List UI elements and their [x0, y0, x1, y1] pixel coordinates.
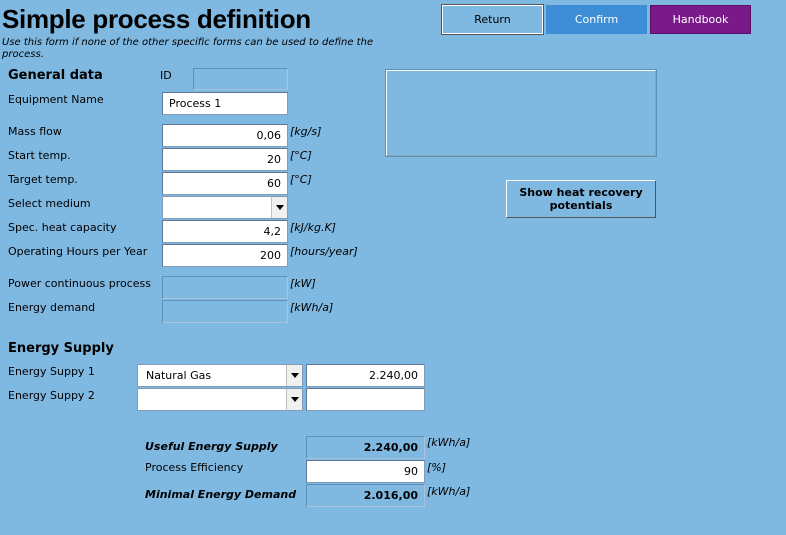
id-label: ID: [160, 69, 172, 82]
target-temp-unit: [°C]: [290, 173, 312, 186]
heat-capacity-label: Spec. heat capacity: [8, 221, 117, 234]
select-medium-dropdown[interactable]: [162, 196, 288, 219]
energy-supply-heading: Energy Supply: [8, 341, 114, 356]
energy-supply-1-amount[interactable]: 2.240,00: [306, 364, 425, 387]
power-unit: [kW]: [290, 277, 316, 290]
mass-flow-input[interactable]: 0,06: [162, 124, 288, 147]
show-heat-recovery-button[interactable]: Show heat recovery potentials: [506, 180, 656, 218]
target-temp-label: Target temp.: [8, 173, 78, 186]
energy-demand-unit: [kWh/a]: [290, 301, 334, 314]
equipment-name-label: Equipment Name: [8, 93, 104, 106]
info-box: [385, 69, 657, 157]
minimal-energy-label: Minimal Energy Demand: [145, 488, 297, 501]
page-title: Simple process definition: [2, 4, 311, 34]
minimal-energy-unit: [kWh/a]: [427, 485, 471, 498]
operating-hours-label: Operating Hours per Year: [8, 245, 148, 258]
operating-hours-input[interactable]: 200: [162, 244, 288, 267]
energy-demand-label: Energy demand: [8, 301, 96, 314]
power-field: [162, 276, 288, 299]
select-medium-label: Select medium: [8, 197, 91, 210]
energy-demand-field: [162, 300, 288, 323]
energy-supply-1-dropdown[interactable]: Natural Gas: [137, 364, 303, 387]
mass-flow-label: Mass flow: [8, 125, 62, 138]
chevron-down-icon[interactable]: [271, 197, 287, 218]
confirm-button[interactable]: Confirm: [546, 5, 647, 34]
energy-supply-1-label: Energy Suppy 1: [8, 365, 95, 378]
useful-energy-unit: [kWh/a]: [427, 436, 471, 449]
page-subtitle: Use this form if none of the other speci…: [2, 37, 374, 60]
process-efficiency-label: Process Efficiency: [145, 461, 244, 474]
start-temp-label: Start temp.: [8, 149, 71, 162]
useful-energy-field: 2.240,00: [306, 436, 425, 459]
id-field[interactable]: [193, 68, 288, 90]
useful-energy-label: Useful Energy Supply: [145, 440, 278, 453]
energy-supply-2-label: Energy Suppy 2: [8, 389, 95, 402]
power-label: Power continuous process: [8, 277, 152, 290]
heat-capacity-unit: [kJ/kg.K]: [290, 221, 336, 234]
energy-supply-1-value: Natural Gas: [146, 369, 212, 382]
equipment-name-input[interactable]: Process 1: [162, 92, 288, 115]
heat-capacity-input[interactable]: 4,2: [162, 220, 288, 243]
minimal-energy-field: 2.016,00: [306, 484, 425, 507]
process-efficiency-input[interactable]: 90: [306, 460, 425, 483]
chevron-down-icon[interactable]: [286, 389, 302, 410]
handbook-button[interactable]: Handbook: [650, 5, 751, 34]
target-temp-input[interactable]: 60: [162, 172, 288, 195]
operating-hours-unit: [hours/year]: [290, 245, 358, 258]
energy-supply-2-dropdown[interactable]: [137, 388, 303, 411]
mass-flow-unit: [kg/s]: [290, 125, 322, 138]
start-temp-unit: [°C]: [290, 149, 312, 162]
chevron-down-icon[interactable]: [286, 365, 302, 386]
energy-supply-2-amount[interactable]: [306, 388, 425, 411]
general-data-heading: General data: [8, 68, 103, 83]
start-temp-input[interactable]: 20: [162, 148, 288, 171]
process-efficiency-unit: [%]: [427, 461, 447, 474]
return-button[interactable]: Return: [441, 4, 544, 35]
